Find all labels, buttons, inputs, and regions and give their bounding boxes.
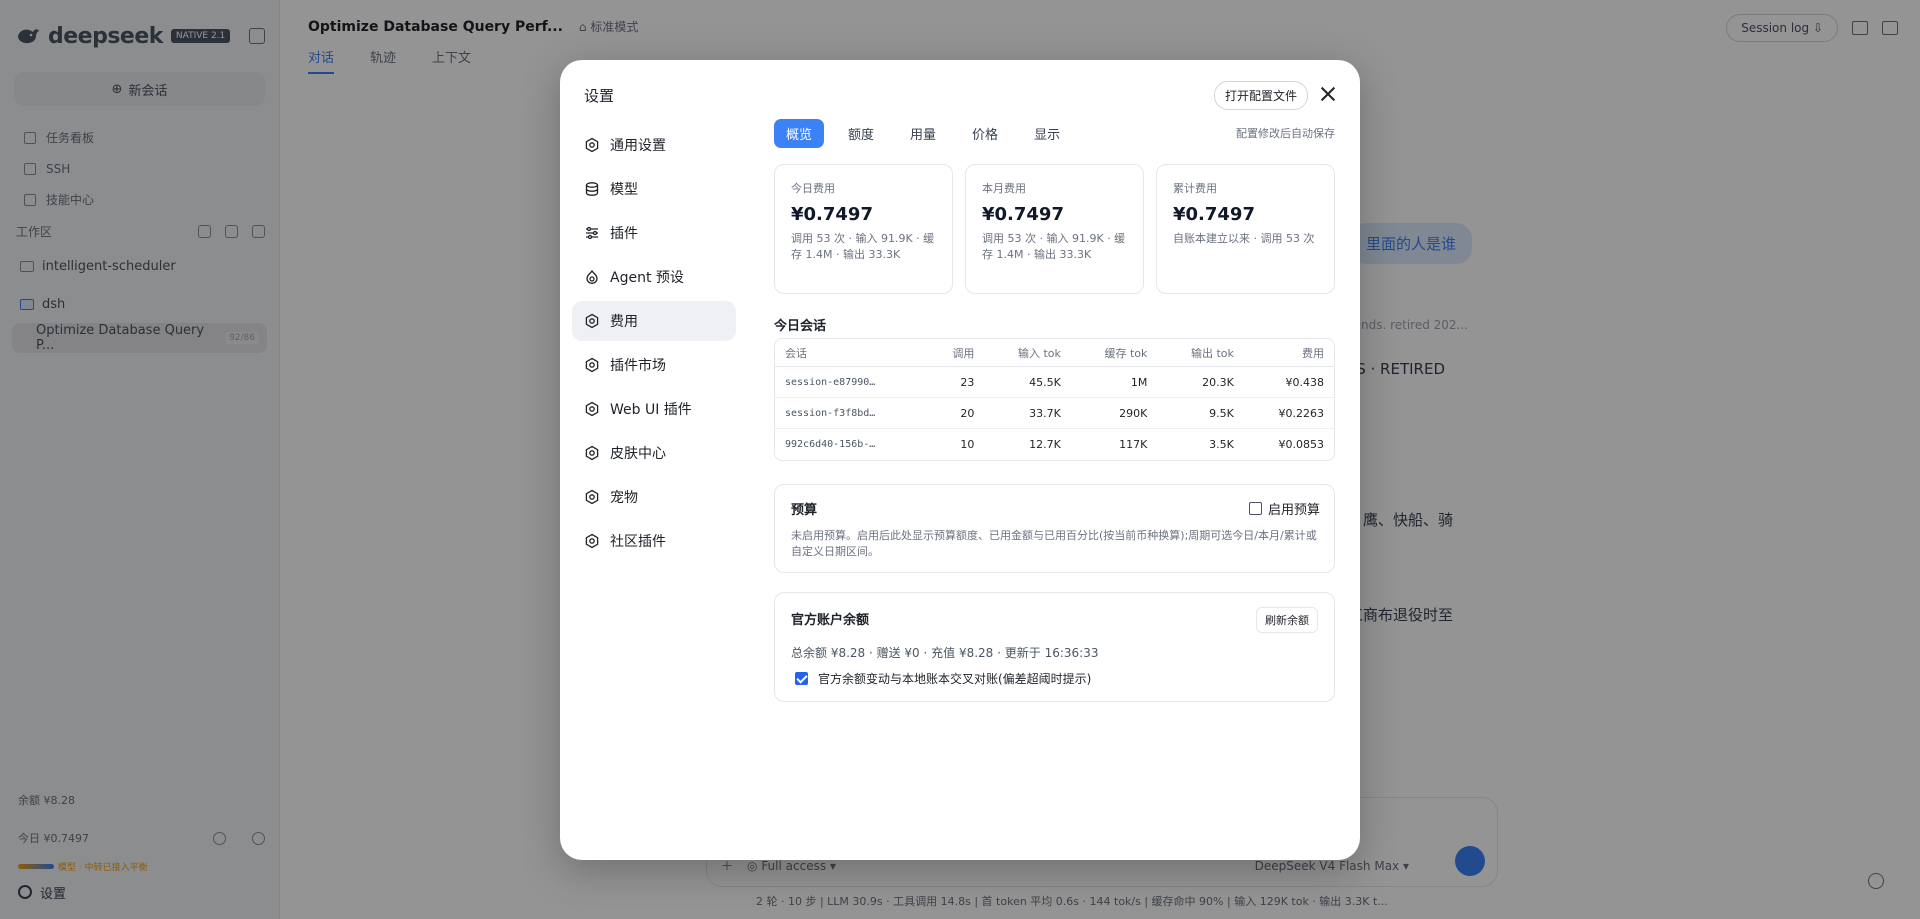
card-label: 今日费用 xyxy=(791,182,835,195)
gear-icon xyxy=(585,401,599,417)
checkbox-checked[interactable] xyxy=(795,672,808,685)
menu-label: Web UI 插件 xyxy=(610,402,692,418)
budget-desc: 未启用预算。启用后此处显示预算额度、已用金额与已用百分比(按当前币种换算);周期… xyxy=(791,529,1317,558)
card-label: 本月费用 xyxy=(982,182,1026,195)
table-row[interactable]: session-e87990… 23 45.5K 1M 20.3K ¥0.438 xyxy=(775,367,1334,398)
open-config-button[interactable]: 打开配置文件 xyxy=(1213,81,1308,110)
cell-calls: 23 xyxy=(926,367,985,398)
subtab-pricing[interactable]: 价格 xyxy=(960,119,1010,148)
menu-label: 插件市场 xyxy=(610,358,666,374)
checkbox-unchecked[interactable] xyxy=(1248,502,1262,515)
cell-input: 33.7K xyxy=(984,398,1071,429)
cost-subtabs: 概览 额度 用量 价格 显示 配置修改后自动保存 xyxy=(774,118,1335,148)
col-cost: 费用 xyxy=(1243,339,1334,367)
settings-menu: 通用设置 模型 插件 Agent 预设 费用 插件市场 Web UI 插件 皮肤… xyxy=(572,125,736,565)
cell-cache: 1M xyxy=(1070,367,1158,398)
cell-input: 12.7K xyxy=(1029,438,1061,451)
menu-label: 皮肤中心 xyxy=(610,446,666,462)
cell-output: 9.5K xyxy=(1157,398,1244,429)
budget-section: 预算 启用预算 未启用预算。启用后此处显示预算额度、已用金额与已用百分比(按当前… xyxy=(774,484,1335,573)
card-desc: 调用 53 次 · 输入 91.9K · 缓存 1.4M · 输出 33.3K xyxy=(982,232,1126,261)
cost-card-today: 今日费用 ¥0.7497 调用 53 次 · 输入 91.9K · 缓存 1.4… xyxy=(774,164,953,294)
col-cache-tok: 缓存 tok xyxy=(1070,339,1158,367)
card-desc: 自账本建立以来 · 调用 53 次 xyxy=(1173,232,1315,245)
menu-label: 通用设置 xyxy=(610,138,666,154)
menu-item-webui-plugins[interactable]: Web UI 插件 xyxy=(572,389,736,429)
subtab-quota[interactable]: 额度 xyxy=(836,119,886,148)
enable-budget-label: 启用预算 xyxy=(1267,503,1320,518)
table-row[interactable]: session-f3f8bd… 20 33.7K 290K 9.5K ¥0.22… xyxy=(775,398,1334,429)
cell-calls: 10 xyxy=(960,438,975,451)
menu-label: 插件 xyxy=(610,226,638,242)
menu-item-pets[interactable]: 宠物 xyxy=(572,477,736,517)
budget-title: 预算 xyxy=(791,503,818,518)
gear-icon xyxy=(585,489,599,505)
close-icon[interactable] xyxy=(1320,86,1336,102)
col-input-tok: 输入 tok xyxy=(984,339,1071,367)
modal-title: 设置 xyxy=(584,87,615,105)
cost-card-total: 累计费用 ¥0.7497 自账本建立以来 · 调用 53 次 xyxy=(1156,164,1335,294)
table-header-row: 会话 调用 输入 tok 缓存 tok 输出 tok 费用 xyxy=(775,339,1334,367)
cell-cache: 117K xyxy=(1119,438,1148,451)
reconcile-label: 官方余额变动与本地账本交叉对账(偏差超阈时提示) xyxy=(818,672,1092,686)
enable-budget-checkbox[interactable]: 启用预算 xyxy=(1248,499,1320,518)
card-amount: ¥0.7497 xyxy=(791,204,873,225)
cell-session: session-e87990… xyxy=(775,367,927,398)
reconcile-checkbox[interactable]: 官方余额变动与本地账本交叉对账(偏差超阈时提示) xyxy=(791,670,1318,687)
account-balance-section: 官方账户余额 刷新余额 总余额 ¥8.28 · 赠送 ¥0 · 充值 ¥8.28… xyxy=(774,592,1335,702)
database-icon xyxy=(585,182,599,196)
gear-icon xyxy=(585,357,599,373)
cost-card-month: 本月费用 ¥0.7497 调用 53 次 · 输入 91.9K · 缓存 1.4… xyxy=(965,164,1144,294)
cost-cards: 今日费用 ¥0.7497 调用 53 次 · 输入 91.9K · 缓存 1.4… xyxy=(774,164,1335,294)
account-summary: 总余额 ¥8.28 · 赠送 ¥0 · 充值 ¥8.28 · 更新于 16:36… xyxy=(791,646,1099,660)
cell-cache: 290K xyxy=(1070,398,1158,429)
agent-icon xyxy=(586,269,598,284)
menu-item-community-plugins[interactable]: 社区插件 xyxy=(572,521,736,561)
cell-cost: ¥0.0853 xyxy=(1278,438,1325,451)
settings-modal: 设置 打开配置文件 通用设置 模型 插件 Agent 预设 费用 插件市场 We… xyxy=(560,60,1360,860)
today-sessions-title: 今日会话 xyxy=(774,319,827,334)
card-desc: 调用 53 次 · 输入 91.9K · 缓存 1.4M · 输出 33.3K xyxy=(791,232,935,261)
menu-item-model[interactable]: 模型 xyxy=(572,169,736,209)
card-amount: ¥0.7497 xyxy=(982,204,1064,225)
col-calls: 调用 xyxy=(926,339,985,367)
subtab-usage[interactable]: 用量 xyxy=(898,119,948,148)
menu-label: 费用 xyxy=(610,314,638,330)
menu-item-cost[interactable]: 费用 xyxy=(572,301,736,341)
refresh-balance-button[interactable]: 刷新余额 xyxy=(1256,607,1318,633)
col-output-tok: 输出 tok xyxy=(1157,339,1244,367)
account-title: 官方账户余额 xyxy=(791,613,870,628)
sliders-icon xyxy=(586,226,598,240)
card-label: 累计费用 xyxy=(1173,182,1217,195)
menu-item-plugin-market[interactable]: 插件市场 xyxy=(572,345,736,385)
gear-icon xyxy=(585,313,599,329)
gear-icon xyxy=(585,533,599,549)
menu-label: 社区插件 xyxy=(610,534,666,550)
cell-session: session-f3f8bd… xyxy=(775,398,927,429)
cell-cost: ¥0.2263 xyxy=(1243,398,1334,429)
gear-icon xyxy=(585,137,599,153)
cell-output: 20.3K xyxy=(1157,367,1244,398)
today-sessions-table: 会话 调用 输入 tok 缓存 tok 输出 tok 费用 session-e8… xyxy=(774,338,1335,461)
menu-item-agent-presets[interactable]: Agent 预设 xyxy=(572,257,736,297)
cell-session: 992c6d40-156b-… xyxy=(785,439,876,450)
autosave-note: 配置修改后自动保存 xyxy=(1236,127,1335,140)
cell-output: 3.5K xyxy=(1209,438,1234,451)
cell-cost: ¥0.438 xyxy=(1243,367,1334,398)
menu-item-general[interactable]: 通用设置 xyxy=(572,125,736,165)
card-amount: ¥0.7497 xyxy=(1173,204,1255,225)
col-session: 会话 xyxy=(775,339,927,367)
subtab-overview[interactable]: 概览 xyxy=(774,118,825,148)
menu-item-skins[interactable]: 皮肤中心 xyxy=(572,433,736,473)
cell-input: 45.5K xyxy=(984,367,1071,398)
gear-icon xyxy=(585,445,599,461)
cost-content: 概览 额度 用量 价格 显示 配置修改后自动保存 今日费用 ¥0.7497 调用… xyxy=(774,118,1335,702)
menu-item-plugins[interactable]: 插件 xyxy=(572,213,736,253)
menu-label: 模型 xyxy=(610,182,638,198)
menu-label: Agent 预设 xyxy=(610,270,684,286)
table-row[interactable]: 992c6d40-156b-… 10 12.7K 117K 3.5K ¥0.08… xyxy=(775,429,1334,460)
subtab-display[interactable]: 显示 xyxy=(1022,119,1072,148)
menu-label: 宠物 xyxy=(610,490,638,506)
cell-calls: 20 xyxy=(926,398,985,429)
